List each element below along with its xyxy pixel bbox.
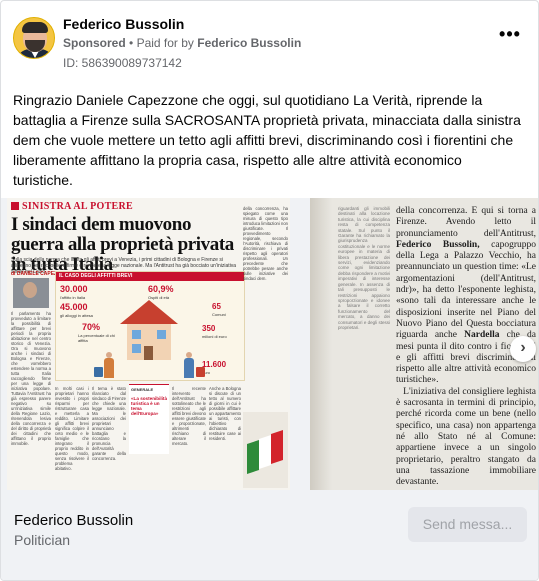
- faded-column: riguardanti gli immobili destinati alla …: [338, 206, 390, 330]
- article-column-5: Anche a Bologna si discute di un tetto a…: [209, 386, 241, 441]
- image-carousel[interactable]: SINISTRA AL POTERE I sindaci dem muovono…: [1, 198, 538, 490]
- article-column-1: Il parlamento ha provveduto a limitare l…: [11, 311, 51, 446]
- stat-label: gli alloggi in attesa: [60, 313, 93, 318]
- suitcase-icon: [196, 367, 205, 377]
- footer-page-name[interactable]: Federico Bussolin: [14, 512, 133, 529]
- stat-label: milioni di euro: [202, 334, 227, 339]
- excerpt-para2: L'iniziativa del consigliere leghista è …: [396, 386, 536, 488]
- stat-value: 45.000: [60, 302, 88, 312]
- stat-value: 350: [202, 324, 216, 333]
- tourist-figure: [104, 352, 114, 378]
- house-illustration: [120, 300, 178, 360]
- sponsored-label: Sponsored: [63, 36, 126, 50]
- carousel-card-newspaper-1[interactable]: SINISTRA AL POTERE I sindaci dem muovono…: [7, 198, 290, 490]
- chevron-right-icon[interactable]: ›: [510, 336, 536, 362]
- excerpt-name-nardella: Nardella: [464, 330, 500, 341]
- flag-photo: [243, 412, 288, 488]
- tourist-figure: [184, 352, 194, 378]
- post-header: Federico Bussolin Sponsored • Paid for b…: [13, 13, 526, 70]
- excerpt-para1b: capogruppo della Lega a Palazzo Vecchio,…: [396, 239, 536, 341]
- page-avatar[interactable]: [13, 17, 55, 59]
- paid-for-name: Federico Bussolin: [197, 36, 302, 50]
- infographic-title: IL CASO DEGLI AFFITTI BREVI: [56, 272, 244, 281]
- stat-label: l'affitto in Italia: [60, 295, 86, 300]
- suitcase-icon: [94, 367, 103, 377]
- stat-value: 11.600: [202, 360, 227, 369]
- quote-box: GENERALE «La sostenibilità turistica è u…: [129, 384, 169, 454]
- article-column-2: In molti casi i proprietari hanno invest…: [55, 386, 89, 471]
- stat-label: Comuni: [212, 312, 226, 317]
- stat-value: 30.000: [60, 284, 88, 294]
- ad-footer: Federico Bussolin Politician Send messa.…: [1, 490, 538, 580]
- send-message-button[interactable]: Send messa...: [408, 507, 527, 542]
- quote-text: «La sostenibilità turistica è un tema de…: [131, 396, 167, 416]
- stat-label: La percentuale di chi affitta: [78, 333, 115, 343]
- article-column-3: Il tema è stato rilanciato dal sindaco d…: [92, 386, 126, 461]
- page-name-link[interactable]: Federico Bussolin: [63, 16, 184, 32]
- stat-value: 65: [212, 302, 221, 311]
- separator-dot: •: [129, 36, 134, 50]
- stat-value: 60,9%: [148, 284, 174, 294]
- article-column-4: Il recente intervento dell'Antitrust ha …: [172, 386, 206, 446]
- footer-page-category: Politician: [14, 532, 71, 548]
- paid-for-label: Paid for by: [136, 36, 194, 50]
- sponsored-post-card: Federico Bussolin Sponsored • Paid for b…: [0, 0, 539, 581]
- stat-value: 70%: [82, 322, 101, 332]
- ad-id: ID: 586390089737142: [63, 56, 182, 70]
- author-photo: [13, 278, 49, 308]
- excerpt-para1: della concorrenza. E qui si torna a Fire…: [396, 206, 536, 239]
- infographic-box: IL CASO DEGLI AFFITTI BREVI 30.000 l'aff…: [55, 271, 245, 381]
- post-body-text: Ringrazio Daniele Capezzone che oggi, su…: [13, 92, 521, 188]
- carousel-card-newspaper-2[interactable]: riguardanti gli immobili destinati alla …: [310, 198, 538, 490]
- article-column-6: della concorrenza, ha spiegato come una …: [243, 206, 288, 281]
- more-options-icon[interactable]: •••: [498, 25, 522, 45]
- quote-label: GENERALE: [131, 387, 154, 392]
- section-heading: SINISTRA AL POTERE: [11, 201, 133, 212]
- sponsor-line: Sponsored • Paid for by Federico Bussoli…: [63, 36, 301, 50]
- excerpt-name-bussolin: Federico Bussolin,: [396, 239, 480, 250]
